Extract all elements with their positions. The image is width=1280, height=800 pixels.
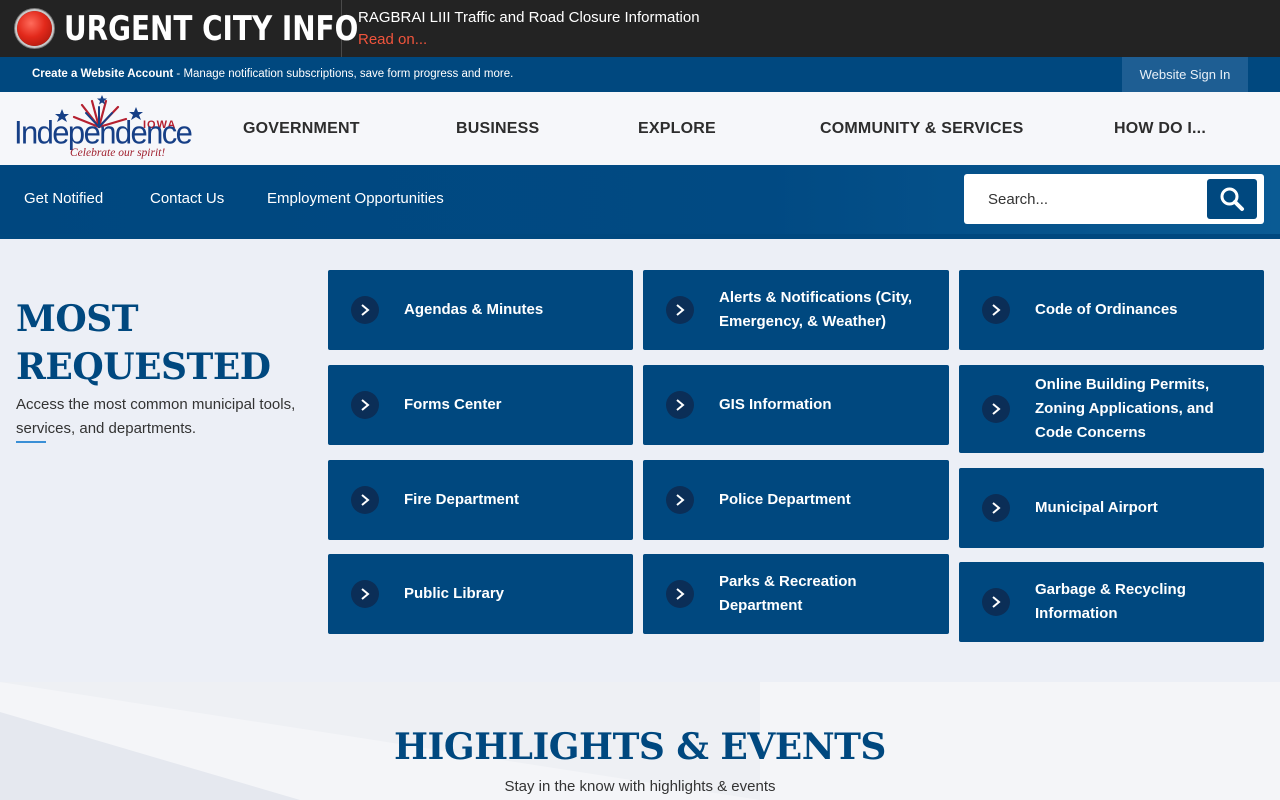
- chevron-right-icon: [982, 296, 1010, 324]
- create-account-link[interactable]: Create a Website Account: [32, 68, 173, 80]
- tile-label: Alerts & Notifications (City, Emergency,…: [719, 289, 913, 330]
- nav-community-services[interactable]: COMMUNITY & SERVICES: [820, 120, 1023, 138]
- urgent-title: URGENT CITY INFO: [64, 9, 359, 49]
- account-description: - Manage notification subscriptions, sav…: [173, 68, 514, 80]
- urgent-label-area: URGENT CITY INFO: [0, 0, 358, 57]
- nav-how-do-i[interactable]: HOW DO I...: [1114, 120, 1206, 138]
- nav-explore[interactable]: EXPLORE: [638, 120, 716, 138]
- tile-label: Code of Ordinances: [1035, 301, 1178, 318]
- logo-tagline: Celebrate our spirit!: [70, 147, 166, 159]
- tile-label: Forms Center: [404, 396, 502, 413]
- most-requested-title: MOST REQUESTED: [16, 295, 271, 391]
- urgent-message[interactable]: RAGBRAI LIII Traffic and Road Closure In…: [358, 9, 700, 26]
- tile-police-department[interactable]: Police Department: [643, 460, 949, 540]
- sign-in-button[interactable]: Website Sign In: [1122, 57, 1248, 92]
- tile-label: GIS Information: [719, 396, 832, 413]
- most-requested-section: MOST REQUESTED Access the most common mu…: [0, 239, 1280, 682]
- chevron-right-icon: [982, 588, 1010, 616]
- search-icon: [1220, 187, 1244, 211]
- chevron-right-icon: [666, 486, 694, 514]
- tile-label: Garbage & Recycling Information: [1035, 581, 1186, 622]
- tile-fire-department[interactable]: Fire Department: [328, 460, 633, 540]
- urgent-banner: URGENT CITY INFO RAGBRAI LIII Traffic an…: [0, 0, 1280, 57]
- tile-parks-recreation[interactable]: Parks & Recreation Department: [643, 554, 949, 634]
- highlights-title: HIGHLIGHTS & EVENTS: [394, 726, 886, 768]
- nav-business[interactable]: BUSINESS: [456, 120, 539, 138]
- tile-gis-information[interactable]: GIS Information: [643, 365, 949, 445]
- chevron-right-icon: [982, 395, 1010, 423]
- tile-code-of-ordinances[interactable]: Code of Ordinances: [959, 270, 1264, 350]
- tile-alerts-notifications[interactable]: Alerts & Notifications (City, Emergency,…: [643, 270, 949, 350]
- chevron-right-icon: [666, 296, 694, 324]
- secondary-nav: Get Notified Contact Us Employment Oppor…: [0, 165, 1280, 239]
- contact-us-link[interactable]: Contact Us: [150, 190, 224, 207]
- urgent-read-on-link[interactable]: Read on...: [358, 31, 427, 48]
- chevron-right-icon: [351, 486, 379, 514]
- tile-municipal-airport[interactable]: Municipal Airport: [959, 468, 1264, 548]
- chevron-right-icon: [666, 580, 694, 608]
- highlights-section: HIGHLIGHTS & EVENTS Stay in the know wit…: [0, 682, 1280, 800]
- tile-label: Fire Department: [404, 491, 520, 508]
- employment-link[interactable]: Employment Opportunities: [267, 190, 444, 207]
- get-notified-link[interactable]: Get Notified: [24, 190, 103, 207]
- chevron-right-icon: [351, 296, 379, 324]
- chevron-right-icon: [666, 391, 694, 419]
- title-underline: [16, 441, 46, 443]
- search-box: [964, 174, 1264, 224]
- search-input[interactable]: [988, 188, 1188, 210]
- search-button[interactable]: [1207, 179, 1257, 219]
- tile-label: Online Building Permits, Zoning Applicat…: [1035, 376, 1214, 441]
- highlights-subtitle: Stay in the know with highlights & event…: [504, 778, 776, 795]
- alert-icon: [17, 11, 52, 46]
- nav-government[interactable]: GOVERNMENT: [243, 120, 360, 138]
- chevron-right-icon: [351, 580, 379, 608]
- tile-agendas-minutes[interactable]: Agendas & Minutes: [328, 270, 633, 350]
- tile-garbage-recycling[interactable]: Garbage & Recycling Information: [959, 562, 1264, 642]
- tile-label: Agendas & Minutes: [404, 301, 544, 318]
- account-bar: Create a Website Account - Manage notifi…: [0, 57, 1280, 92]
- tile-building-permits[interactable]: Online Building Permits, Zoning Applicat…: [959, 365, 1264, 453]
- most-requested-title-line1: MOST: [16, 298, 138, 340]
- tile-label: Police Department: [719, 491, 851, 508]
- account-notice: Create a Website Account - Manage notifi…: [32, 68, 513, 80]
- chevron-right-icon: [982, 494, 1010, 522]
- tile-label: Public Library: [404, 585, 505, 602]
- chevron-right-icon: [351, 391, 379, 419]
- most-requested-subtitle: Access the most common municipal tools, …: [16, 396, 296, 437]
- tile-public-library[interactable]: Public Library: [328, 554, 633, 634]
- city-logo[interactable]: IOWA Independence Celebrate our spirit!: [14, 95, 193, 163]
- most-requested-title-line2: REQUESTED: [16, 346, 271, 388]
- site-header: IOWA Independence Celebrate our spirit! …: [0, 92, 1280, 165]
- tile-label: Municipal Airport: [1035, 499, 1158, 516]
- tile-label: Parks & Recreation Department: [719, 573, 857, 614]
- tile-forms-center[interactable]: Forms Center: [328, 365, 633, 445]
